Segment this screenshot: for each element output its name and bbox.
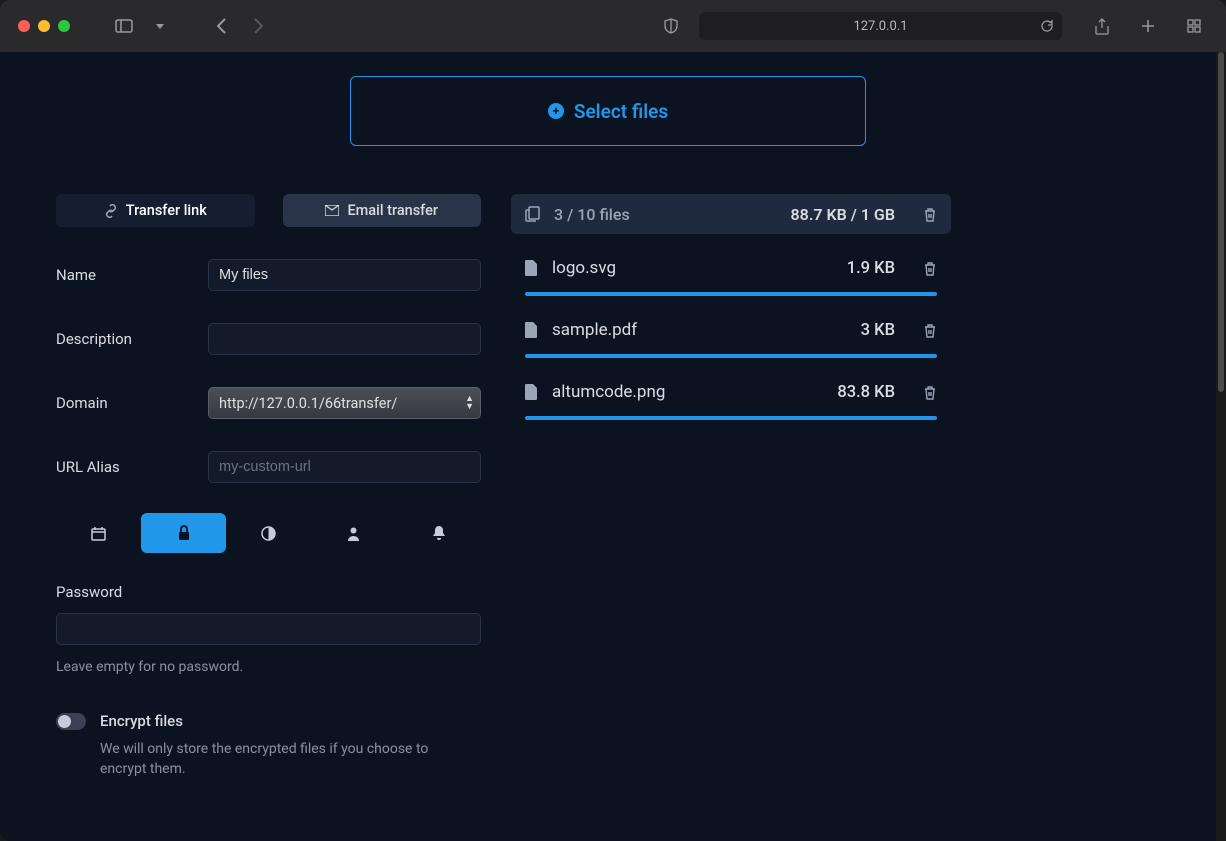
address-bar[interactable]: 127.0.0.1 [699, 12, 1062, 40]
forward-button [244, 12, 272, 40]
envelope-icon [325, 205, 339, 216]
shield-icon[interactable] [657, 12, 685, 40]
select-files-button[interactable]: + Select files [350, 76, 866, 146]
file-size: 1.9 KB [847, 259, 895, 278]
password-label: Password [56, 583, 481, 601]
tab-email-transfer[interactable]: Email transfer [283, 194, 482, 227]
domain-value: http://127.0.0.1/66transfer/ [219, 395, 397, 412]
settings-tab-users[interactable] [311, 513, 396, 553]
file-name: sample.pdf [552, 320, 637, 340]
file-size: 83.8 KB [837, 383, 895, 402]
share-icon[interactable] [1088, 12, 1116, 40]
name-label: Name [56, 266, 208, 284]
tab-link-label: Transfer link [126, 202, 207, 219]
bell-icon [432, 525, 446, 541]
domain-select[interactable]: http://127.0.0.1/66transfer/ ▲▼ [208, 387, 481, 419]
scrollbar[interactable] [1216, 52, 1226, 841]
description-input[interactable] [208, 323, 481, 355]
description-label: Description [56, 330, 208, 348]
new-tab-icon[interactable] [1134, 12, 1162, 40]
files-stack-icon [525, 206, 540, 222]
plus-circle-icon: + [548, 103, 564, 119]
file-icon [525, 322, 538, 338]
settings-tab-schedule[interactable] [56, 513, 141, 553]
settings-tab-notifications[interactable] [396, 513, 481, 553]
select-files-label: Select files [574, 100, 668, 123]
files-count: 3 / 10 files [554, 205, 630, 224]
files-summary: 3 / 10 files 88.7 KB / 1 GB [511, 194, 951, 234]
back-button[interactable] [208, 12, 236, 40]
delete-file-icon[interactable] [923, 385, 937, 400]
encrypt-desc: We will only store the encrypted files i… [100, 740, 470, 779]
calendar-icon [91, 526, 106, 541]
file-row: logo.svg 1.9 KB [511, 258, 951, 278]
delete-file-icon[interactable] [923, 261, 937, 276]
file-progress [525, 292, 937, 296]
password-input[interactable] [56, 613, 481, 645]
settings-tab-security[interactable] [141, 513, 226, 553]
tabs-overview-icon[interactable] [1180, 12, 1208, 40]
tab-email-label: Email transfer [347, 202, 438, 219]
file-name: logo.svg [552, 258, 616, 278]
window-maximize-button[interactable] [58, 20, 70, 32]
clear-all-icon[interactable] [923, 207, 937, 222]
file-icon [525, 260, 538, 276]
file-row: sample.pdf 3 KB [511, 320, 951, 340]
chevron-down-icon[interactable] [146, 12, 174, 40]
tab-transfer-link[interactable]: Transfer link [56, 194, 255, 227]
name-input[interactable] [208, 259, 481, 291]
url-alias-input[interactable] [208, 451, 481, 483]
browser-titlebar: 127.0.0.1 [0, 0, 1226, 52]
reload-icon[interactable] [1040, 19, 1054, 33]
domain-label: Domain [56, 394, 208, 412]
file-name: altumcode.png [552, 382, 665, 402]
password-hint: Leave empty for no password. [56, 659, 481, 675]
select-chevrons-icon: ▲▼ [465, 395, 474, 411]
encrypt-toggle[interactable] [56, 713, 86, 730]
file-size: 3 KB [861, 321, 895, 340]
file-progress [525, 416, 937, 420]
sidebar-toggle-icon[interactable] [110, 12, 138, 40]
scrollbar-thumb[interactable] [1218, 52, 1224, 392]
window-close-button[interactable] [18, 20, 30, 32]
settings-tab-theme[interactable] [226, 513, 311, 553]
encrypt-title: Encrypt files [100, 712, 183, 730]
window-minimize-button[interactable] [38, 20, 50, 32]
url-text: 127.0.0.1 [853, 19, 907, 34]
link-icon [104, 204, 118, 218]
lock-icon [177, 525, 191, 541]
url-alias-label: URL Alias [56, 458, 208, 476]
user-icon [346, 526, 361, 541]
half-circle-icon [261, 526, 276, 541]
delete-file-icon[interactable] [923, 323, 937, 338]
file-icon [525, 384, 538, 400]
files-total-size: 88.7 KB / 1 GB [791, 205, 895, 224]
file-progress [525, 354, 937, 358]
file-row: altumcode.png 83.8 KB [511, 382, 951, 402]
